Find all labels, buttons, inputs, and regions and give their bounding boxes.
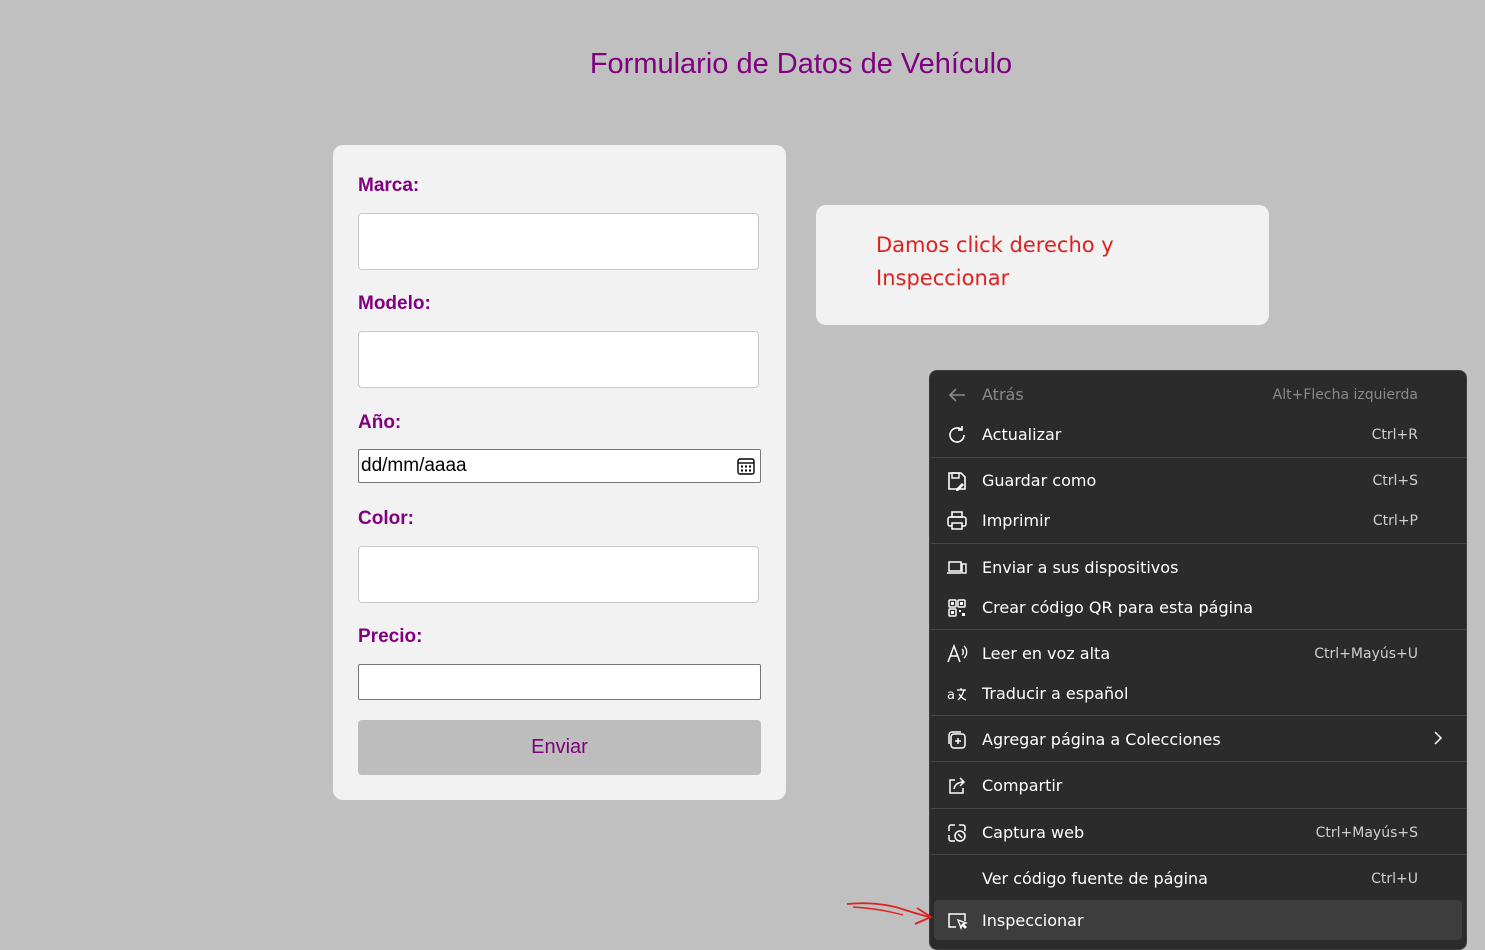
inspect-icon xyxy=(948,913,968,930)
submit-button[interactable]: Enviar xyxy=(358,720,761,775)
chevron-right-icon xyxy=(1434,731,1443,745)
menu-item-label: Inspeccionar xyxy=(982,911,1084,930)
menu-item-label: Agregar página a Colecciones xyxy=(982,730,1221,749)
menu-item-traducir[interactable]: a Traducir a español xyxy=(930,673,1466,713)
menu-item-imprimir[interactable]: Imprimir Ctrl+P xyxy=(930,500,1466,540)
menu-item-ver-codigo-fuente[interactable]: Ver código fuente de página Ctrl+U xyxy=(930,858,1466,898)
menu-item-crear-qr[interactable]: Crear código QR para esta página xyxy=(930,587,1466,627)
qr-code-icon xyxy=(948,599,966,617)
menu-item-shortcut: Ctrl+Mayús+S xyxy=(1315,825,1418,841)
menu-item-agregar-colecciones[interactable]: Agregar página a Colecciones xyxy=(930,719,1466,759)
instruction-note-text: Damos click derecho y Inspeccionar xyxy=(876,233,1114,290)
menu-item-label: Ver código fuente de página xyxy=(982,869,1208,888)
menu-item-shortcut: Ctrl+S xyxy=(1372,473,1418,489)
web-capture-icon xyxy=(948,824,966,842)
menu-item-label: Actualizar xyxy=(982,425,1062,444)
menu-item-label: Atrás xyxy=(982,385,1024,404)
color-input[interactable] xyxy=(358,546,759,603)
page-title: Formulario de Datos de Vehículo xyxy=(589,48,1013,80)
menu-item-label: Crear código QR para esta página xyxy=(982,598,1254,617)
marca-input[interactable] xyxy=(358,213,759,270)
menu-item-label: Enviar a sus dispositivos xyxy=(982,558,1179,577)
menu-item-label: Captura web xyxy=(982,823,1085,842)
read-aloud-icon xyxy=(947,643,968,663)
menu-item-label: Leer en voz alta xyxy=(982,644,1111,663)
save-icon xyxy=(948,472,966,491)
menu-item-compartir[interactable]: Compartir xyxy=(930,765,1466,805)
menu-item-shortcut: Ctrl+U xyxy=(1371,871,1418,887)
menu-separator xyxy=(931,629,1467,630)
collections-icon xyxy=(948,731,966,749)
anio-label: Año: xyxy=(358,412,402,433)
anio-date-placeholder: dd/mm/aaaa xyxy=(361,455,467,476)
menu-item-shortcut: Ctrl+P xyxy=(1372,513,1418,529)
menu-item-label: Traducir a español xyxy=(982,684,1129,703)
instruction-note: Damos click derecho y Inspeccionar xyxy=(816,205,1269,325)
translate-icon: a xyxy=(947,688,967,703)
menu-separator xyxy=(931,808,1467,809)
refresh-icon xyxy=(949,426,965,443)
share-icon xyxy=(949,777,966,794)
modelo-input[interactable] xyxy=(358,331,759,388)
menu-separator xyxy=(931,457,1467,458)
menu-item-captura-web[interactable]: Captura web Ctrl+Mayús+S xyxy=(930,812,1466,852)
menu-item-leer-voz-alta[interactable]: Leer en voz alta Ctrl+Mayús+U xyxy=(930,633,1466,673)
menu-item-actualizar[interactable]: Actualizar Ctrl+R xyxy=(930,414,1466,454)
menu-item-label: Guardar como xyxy=(982,471,1097,490)
red-arrow-annotation xyxy=(846,902,933,925)
menu-item-label: Compartir xyxy=(982,776,1063,795)
vehicle-form: Marca: Modelo: Año: dd/mm/aaaa Color: Pr… xyxy=(333,145,786,800)
print-icon xyxy=(947,511,967,530)
modelo-label: Modelo: xyxy=(358,293,431,314)
menu-item-label: Imprimir xyxy=(982,511,1051,530)
menu-item-inspeccionar[interactable]: Inspeccionar xyxy=(934,900,1462,940)
menu-item-shortcut: Ctrl+Mayús+U xyxy=(1314,646,1418,662)
menu-separator xyxy=(931,761,1467,762)
menu-separator xyxy=(931,715,1467,716)
context-menu: Atrás Alt+Flecha izquierda Actualizar Ct… xyxy=(929,370,1467,950)
color-label: Color: xyxy=(358,508,414,529)
anio-date-input[interactable]: dd/mm/aaaa xyxy=(358,449,761,483)
devices-icon xyxy=(947,561,967,574)
menu-item-shortcut: Ctrl+R xyxy=(1371,427,1418,443)
menu-item-atras[interactable]: Atrás Alt+Flecha izquierda xyxy=(930,374,1466,414)
calendar-icon[interactable] xyxy=(736,456,756,476)
menu-item-shortcut: Alt+Flecha izquierda xyxy=(1272,387,1418,403)
menu-separator xyxy=(931,543,1467,544)
menu-separator xyxy=(931,854,1467,855)
menu-item-enviar-dispositivos[interactable]: Enviar a sus dispositivos xyxy=(930,547,1466,587)
precio-input[interactable] xyxy=(358,664,761,700)
svg-text:a: a xyxy=(947,688,955,703)
marca-label: Marca: xyxy=(358,175,420,196)
back-arrow-icon xyxy=(948,388,965,402)
menu-item-guardar-como[interactable]: Guardar como Ctrl+S xyxy=(930,460,1466,500)
precio-label: Precio: xyxy=(358,626,423,647)
